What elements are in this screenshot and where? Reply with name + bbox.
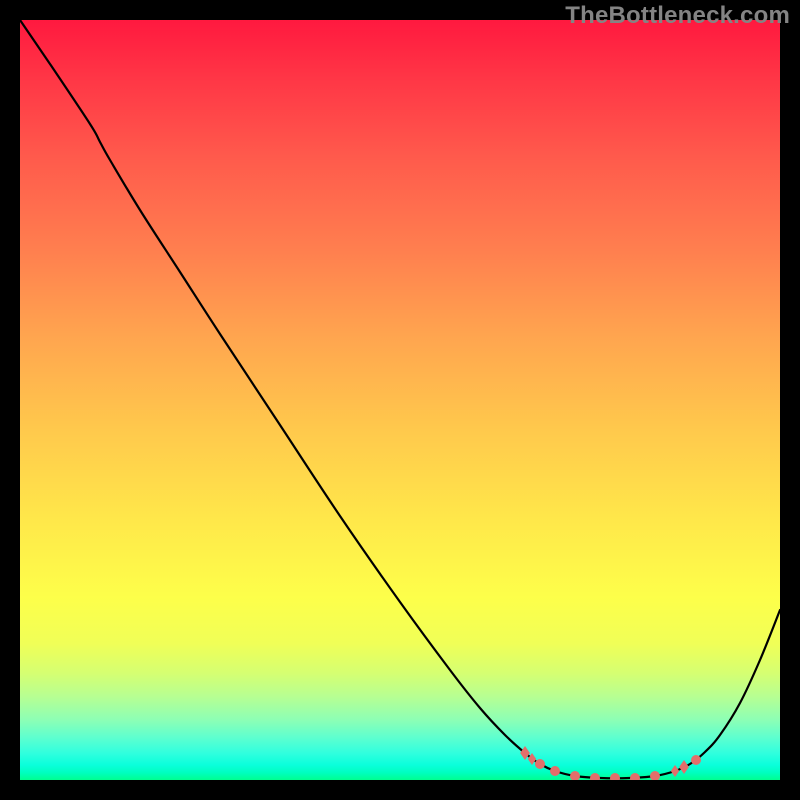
curve-marker bbox=[528, 753, 536, 765]
curve-marker bbox=[650, 771, 660, 780]
plot-area bbox=[20, 20, 780, 780]
curve-marker bbox=[679, 760, 689, 774]
curve-marker bbox=[671, 765, 679, 777]
bottleneck-curve-path bbox=[20, 20, 780, 778]
curve-marker bbox=[630, 773, 640, 780]
curve-markers bbox=[520, 746, 701, 780]
curve-svg bbox=[20, 20, 780, 780]
watermark-text: TheBottleneck.com bbox=[565, 2, 790, 30]
curve-marker bbox=[610, 773, 620, 780]
chart-container: TheBottleneck.com bbox=[0, 0, 800, 800]
curve-marker bbox=[535, 759, 545, 769]
curve-marker bbox=[570, 771, 580, 780]
curve-marker bbox=[520, 746, 530, 760]
curve-marker bbox=[691, 755, 701, 765]
curve-marker bbox=[550, 766, 560, 776]
curve-marker bbox=[590, 773, 600, 780]
